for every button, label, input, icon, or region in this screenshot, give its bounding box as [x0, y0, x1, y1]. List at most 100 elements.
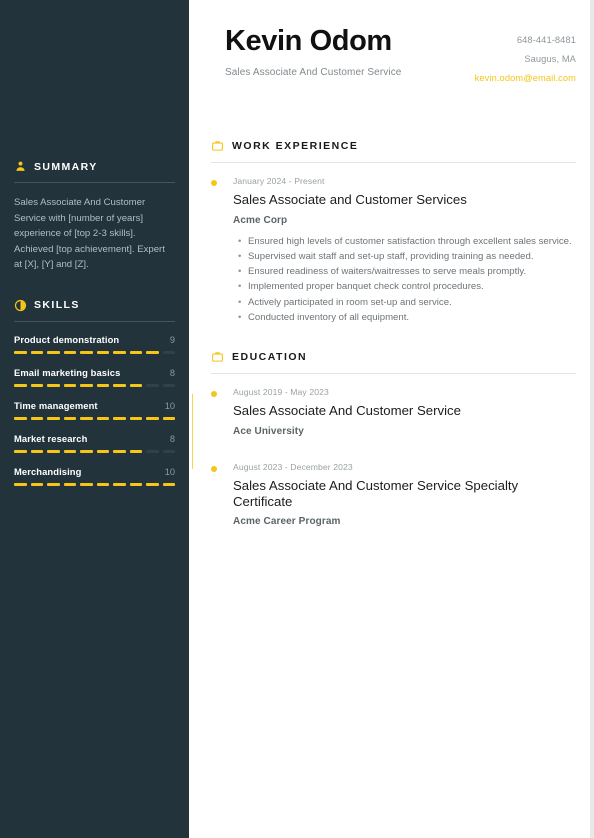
skill-rating-segment	[47, 482, 60, 486]
skill-rating-segment	[113, 482, 126, 486]
skill-name: Email marketing basics	[14, 366, 121, 378]
skill-rating-segment	[47, 350, 60, 354]
skill-score: 8	[169, 367, 175, 378]
resume-header: Kevin Odom Sales Associate And Customer …	[211, 0, 576, 84]
work-experience-divider	[211, 162, 576, 163]
skill-rating-segment	[129, 350, 142, 354]
summary-section: SUMMARY Sales Associate And Customer Ser…	[14, 0, 175, 273]
skill-rating-segment	[63, 350, 76, 354]
skill-row: Product demonstration 9	[14, 334, 175, 345]
skill-score: 10	[164, 400, 175, 411]
education-heading: EDUCATION	[211, 350, 576, 363]
skill-rating-bar	[14, 482, 175, 486]
briefcase-icon	[211, 139, 224, 152]
skill-rating-segment	[96, 482, 109, 486]
skill-rating-segment	[30, 449, 43, 453]
skill-rating-segment	[146, 449, 159, 453]
education-section: EDUCATION August 2019 - May 2023 Sales As…	[191, 350, 576, 527]
skill-row: Email marketing basics 8	[14, 367, 175, 378]
entry-title: Sales Associate and Customer Services	[233, 192, 467, 207]
skill-rating-segment	[129, 449, 142, 453]
summary-heading-label: SUMMARY	[34, 160, 98, 173]
education-divider	[211, 373, 576, 375]
summary-heading: SUMMARY	[14, 160, 175, 173]
skill-rating-segment	[30, 416, 43, 420]
skill-rating-segment	[63, 449, 76, 453]
candidate-name: Kevin Odom	[225, 25, 392, 57]
skill-rating-segment	[80, 482, 93, 486]
skill-rating-segment	[30, 383, 43, 387]
skill-rating-segment	[162, 449, 175, 453]
skill-rating-segment	[14, 482, 27, 486]
entry-organization: Acme Corp	[233, 214, 288, 226]
skill-rating-segment	[14, 383, 27, 387]
timeline-connector	[191, 394, 193, 469]
timeline-dot	[211, 465, 217, 472]
main-column: Kevin Odom Sales Associate And Customer …	[189, 0, 590, 838]
skill-rating-segment	[96, 416, 109, 420]
skill-item: Market research 8	[14, 433, 175, 453]
skill-row: Market research 8	[14, 433, 175, 444]
candidate-job-title: Sales Associate And Customer Service	[225, 67, 402, 78]
entry-bullet: Conducted inventory of all equipment.	[238, 310, 576, 326]
skill-rating-bar	[14, 350, 175, 354]
skill-rating-segment	[113, 383, 126, 387]
entry-title: Sales Associate And Customer Service Spe…	[233, 477, 519, 509]
entry-title: Sales Associate And Customer Service	[233, 403, 461, 419]
skill-rating-segment	[63, 416, 76, 420]
entry-date: August 2019 - May 2023	[233, 387, 329, 398]
entry-bullet: Ensured high levels of customer satisfac…	[238, 234, 576, 250]
skill-score: 8	[169, 433, 175, 444]
skill-rating-segment	[129, 383, 142, 387]
entry-bullet: Supervised wait staff and set-up staff, …	[238, 249, 576, 265]
contact-location: Saugus, MA	[524, 54, 576, 64]
skill-rating-segment	[162, 416, 175, 420]
skill-rating-segment	[129, 416, 142, 420]
contact-email[interactable]: kevin.odom@email.com	[475, 73, 576, 83]
entry-bullet: Ensured readiness of waiters/waitresses …	[238, 264, 576, 280]
summary-divider	[14, 182, 175, 183]
skill-rating-segment	[14, 449, 27, 453]
skill-rating-segment	[30, 482, 43, 486]
skill-rating-segment	[47, 449, 60, 453]
skill-name: Merchandising	[14, 465, 82, 477]
skill-name: Time management	[14, 399, 98, 411]
contact-phone: 648-441-8481	[516, 35, 576, 45]
education-entry: August 2023 - December 2023 Sales Associa…	[211, 462, 576, 527]
skill-rating-segment	[47, 383, 60, 387]
skill-name: Market research	[14, 432, 88, 444]
skills-list: Product demonstration 9 Email marketing ba…	[14, 334, 175, 486]
skill-rating-segment	[146, 482, 159, 486]
skill-rating-segment	[14, 350, 27, 354]
skills-heading-label: SKILLS	[34, 299, 80, 312]
skill-rating-segment	[129, 482, 142, 486]
skill-rating-segment	[146, 416, 159, 420]
skill-rating-segment	[63, 383, 76, 387]
skill-rating-segment	[96, 449, 109, 453]
education-entry: August 2019 - May 2023 Sales Associate An…	[211, 387, 576, 437]
work-experience-heading: WORK EXPERIENCE	[211, 139, 576, 152]
skill-rating-segment	[162, 383, 175, 387]
skill-item: Time management 10	[14, 400, 175, 420]
skill-row: Time management 10	[14, 400, 175, 411]
skills-heading: SKILLS	[14, 299, 175, 312]
education-heading-label: EDUCATION	[232, 350, 308, 363]
timeline-dot	[211, 180, 217, 186]
skill-rating-segment	[14, 416, 27, 420]
work-experience-section: WORK EXPERIENCE January 2024 - Present Sa…	[211, 139, 576, 326]
skill-rating-segment	[63, 482, 76, 486]
skill-rating-segment	[96, 350, 109, 354]
skill-rating-bar	[14, 449, 175, 453]
sidebar: SUMMARY Sales Associate And Customer Ser…	[0, 0, 189, 838]
skill-score: 9	[169, 334, 175, 345]
skill-score: 10	[164, 466, 175, 477]
entry-bullet-list: Ensured high levels of customer satisfac…	[233, 234, 576, 326]
summary-text: Sales Associate And Customer Service wit…	[14, 197, 165, 271]
skill-rating-segment	[146, 383, 159, 387]
entry-bullet: Actively participated in room set-up and…	[238, 295, 576, 311]
skill-row: Merchandising 10	[14, 466, 175, 477]
skill-rating-segment	[113, 350, 126, 354]
skill-rating-segment	[47, 416, 60, 420]
skill-rating-bar	[14, 416, 175, 420]
entry-organization: Ace University	[233, 425, 304, 437]
